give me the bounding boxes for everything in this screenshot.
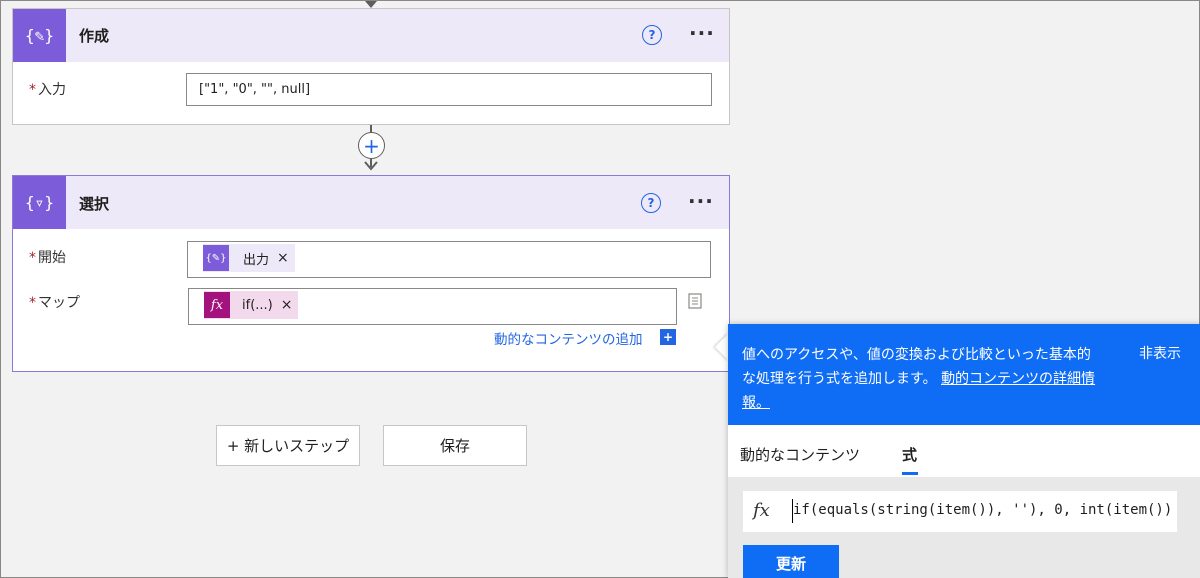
fx-token-icon: fx — [204, 292, 230, 318]
tab-dynamic-content[interactable]: 動的なコンテンツ — [740, 444, 860, 465]
help-icon[interactable]: ? — [642, 25, 662, 45]
from-label: * 開始 — [29, 247, 66, 267]
new-step-button[interactable]: + 新しいステップ — [216, 425, 360, 466]
switch-to-text-mode-icon[interactable] — [687, 292, 703, 310]
select-card-title: 選択 — [79, 195, 110, 213]
select-card-header[interactable]: {▿} 選択 ? ··· — [13, 176, 729, 229]
save-button[interactable]: 保存 — [383, 425, 527, 466]
update-button[interactable]: 更新 — [743, 545, 839, 578]
hide-panel-button[interactable]: 非表示 — [1139, 343, 1181, 363]
compose-action-card[interactable]: {✎} 作成 ? ··· * 入力 ["1", "0", "", null] — [12, 8, 730, 125]
remove-token-icon[interactable]: × — [277, 250, 289, 266]
input-value: ["1", "0", "", null] — [199, 82, 311, 97]
input-field[interactable]: ["1", "0", "", null] — [186, 73, 712, 106]
more-options-icon[interactable]: ··· — [688, 189, 714, 213]
active-tab-indicator — [902, 472, 918, 475]
map-field[interactable]: fx if(...) × — [188, 288, 677, 325]
insert-step-button[interactable]: + — [358, 132, 385, 159]
required-mark: * — [29, 82, 36, 98]
panel-description: 値へのアクセスや、値の変換および比較といった基本的な処理を行う式を追加します。 … — [742, 343, 1104, 415]
expression-token[interactable]: fx if(...) × — [204, 291, 299, 319]
select-icon: {▿} — [13, 176, 66, 229]
compose-token-icon: {✎} — [203, 245, 229, 271]
add-dynamic-content-plus-icon[interactable]: + — [660, 329, 676, 345]
input-label: * 入力 — [29, 79, 66, 99]
from-label-text: 開始 — [38, 250, 66, 266]
tab-expression[interactable]: 式 — [902, 444, 917, 465]
required-mark: * — [29, 295, 36, 311]
map-label-text: マップ — [38, 295, 80, 311]
compose-icon: {✎} — [13, 9, 66, 62]
panel-info-banner: 値へのアクセスや、値の変換および比較といった基本的な処理を行う式を追加します。 … — [728, 324, 1200, 425]
output-token[interactable]: {✎} 出力 × — [203, 244, 295, 272]
connector-arrow-top — [365, 1, 377, 8]
help-icon[interactable]: ? — [641, 193, 661, 213]
dynamic-content-panel: 値へのアクセスや、値の変換および比較といった基本的な処理を行う式を追加します。 … — [728, 324, 1200, 578]
expression-editor-area: fx if(equals(string(item()), ''), 0, int… — [728, 477, 1200, 578]
add-dynamic-content-link[interactable]: 動的なコンテンツの追加 — [494, 328, 643, 348]
compose-card-title: 作成 — [79, 27, 110, 45]
expression-token-label: if(...) — [242, 297, 273, 313]
required-mark: * — [29, 250, 36, 266]
panel-tabs: 動的なコンテンツ 式 — [728, 425, 1200, 477]
expression-text: if(equals(string(item()), ''), 0, int(it… — [793, 502, 1173, 518]
remove-token-icon[interactable]: × — [281, 297, 293, 313]
input-label-text: 入力 — [38, 82, 66, 98]
map-label: * マップ — [29, 292, 80, 312]
from-field[interactable]: {✎} 出力 × — [187, 241, 711, 278]
more-options-icon[interactable]: ··· — [689, 21, 715, 45]
output-token-label: 出力 — [243, 252, 270, 268]
expression-input[interactable]: fx if(equals(string(item()), ''), 0, int… — [743, 491, 1177, 532]
panel-pointer — [715, 333, 729, 361]
fx-icon: fx — [753, 500, 770, 521]
connector-arrow-icon — [364, 161, 378, 171]
compose-card-header[interactable]: {✎} 作成 ? ··· — [13, 9, 729, 62]
